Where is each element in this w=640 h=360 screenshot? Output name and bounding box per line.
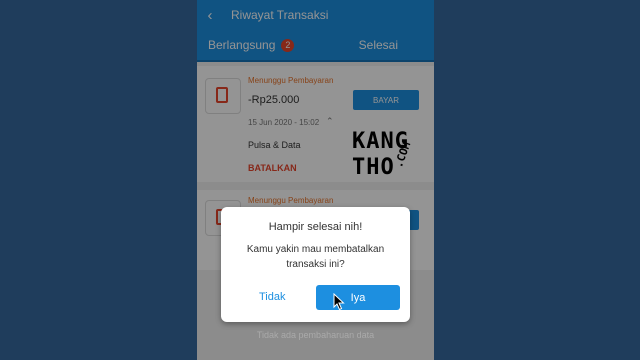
watermark-logo: KANG THO .COM <box>352 129 416 189</box>
mouse-cursor-icon <box>333 293 345 311</box>
footer-note: Tidak ada pembaharuan data <box>256 330 375 340</box>
dialog-confirm-button[interactable]: Iya <box>316 285 400 310</box>
dialog-message: Kamu yakin mau membatalkan transaksi ini… <box>246 244 385 270</box>
confirm-cancel-dialog: Hampir selesai nih! Kamu yakin mau memba… <box>221 207 410 322</box>
dialog-cancel-button[interactable]: Tidak <box>259 291 286 303</box>
dialog-title: Hampir selesai nih! <box>268 221 363 233</box>
watermark-line2: THO <box>352 155 395 180</box>
